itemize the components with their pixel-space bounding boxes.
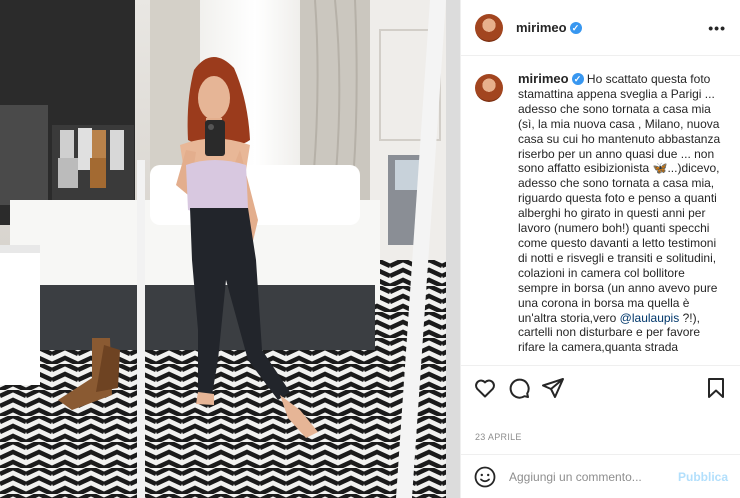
caption-body: mirimeo ✓ Ho scattato questa foto stamatt… xyxy=(518,71,728,355)
caption-text: Ho scattato questa foto stamattina appen… xyxy=(518,72,721,325)
post-photo[interactable] xyxy=(0,0,460,498)
verified-badge-icon: ✓ xyxy=(571,72,584,85)
post-header: mirimeo ✓ ••• xyxy=(461,0,740,56)
emoji-button[interactable] xyxy=(473,465,497,489)
like-button[interactable] xyxy=(473,376,497,400)
bookmark-icon xyxy=(708,377,724,398)
verified-badge-icon: ✓ xyxy=(569,21,582,34)
more-options-icon[interactable]: ••• xyxy=(708,20,726,36)
avatar[interactable] xyxy=(475,13,503,42)
mirror-selfie-photo xyxy=(0,0,460,498)
save-button[interactable] xyxy=(704,376,728,400)
comment-bubble-icon xyxy=(509,378,530,399)
comment-bar: Pubblica xyxy=(461,454,740,498)
caption-avatar[interactable] xyxy=(475,74,503,102)
mention-link[interactable]: @laulaupis xyxy=(620,311,680,325)
smiley-icon xyxy=(474,466,496,487)
share-button[interactable] xyxy=(541,376,565,400)
post-actions xyxy=(461,365,740,409)
username-text: mirimeo xyxy=(516,20,567,35)
post-side-panel: mirimeo ✓ ••• mirimeo ✓ Ho scattato questa… xyxy=(460,0,740,498)
heart-icon xyxy=(475,379,495,397)
post-date[interactable]: 23 APRILE xyxy=(475,432,522,442)
post-comment-button[interactable]: Pubblica xyxy=(678,470,728,484)
comment-button[interactable] xyxy=(507,376,531,400)
caption-username[interactable]: mirimeo ✓ xyxy=(518,71,584,86)
caption-username-text: mirimeo xyxy=(518,71,569,86)
post-caption: mirimeo ✓ Ho scattato questa foto stamatt… xyxy=(475,71,728,355)
paper-plane-icon xyxy=(542,377,564,398)
username-link[interactable]: mirimeo ✓ xyxy=(516,20,582,35)
comment-input[interactable] xyxy=(509,469,672,484)
